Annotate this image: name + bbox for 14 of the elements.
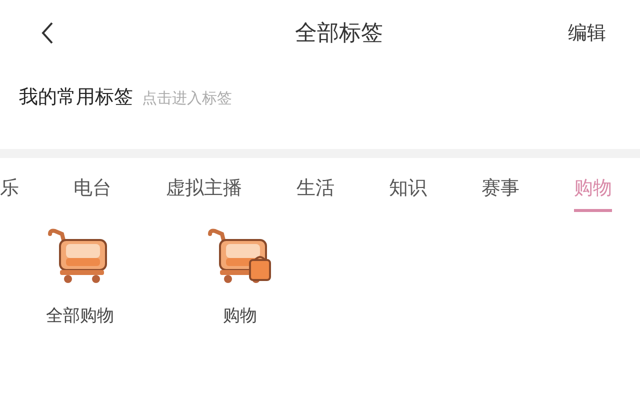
- category-tab[interactable]: 乐: [0, 164, 19, 212]
- category-tab[interactable]: 虚拟主播: [166, 164, 242, 212]
- item-label[interactable]: 全部购物: [46, 304, 114, 327]
- cart-with-bag-icon[interactable]: [206, 228, 274, 284]
- category-tab[interactable]: 赛事: [482, 164, 520, 212]
- edit-button[interactable]: 编辑: [568, 20, 606, 46]
- page-title: 全部标签: [295, 20, 383, 48]
- section-title: 我的常用标签: [19, 85, 133, 110]
- category-tab[interactable]: 生活: [296, 164, 334, 212]
- category-tab[interactable]: 知识: [389, 164, 427, 212]
- item-label[interactable]: 购物: [223, 304, 257, 327]
- category-tab[interactable]: 电台: [74, 164, 112, 212]
- back-icon[interactable]: [40, 21, 54, 45]
- section-hint: 点击进入标签: [142, 89, 232, 108]
